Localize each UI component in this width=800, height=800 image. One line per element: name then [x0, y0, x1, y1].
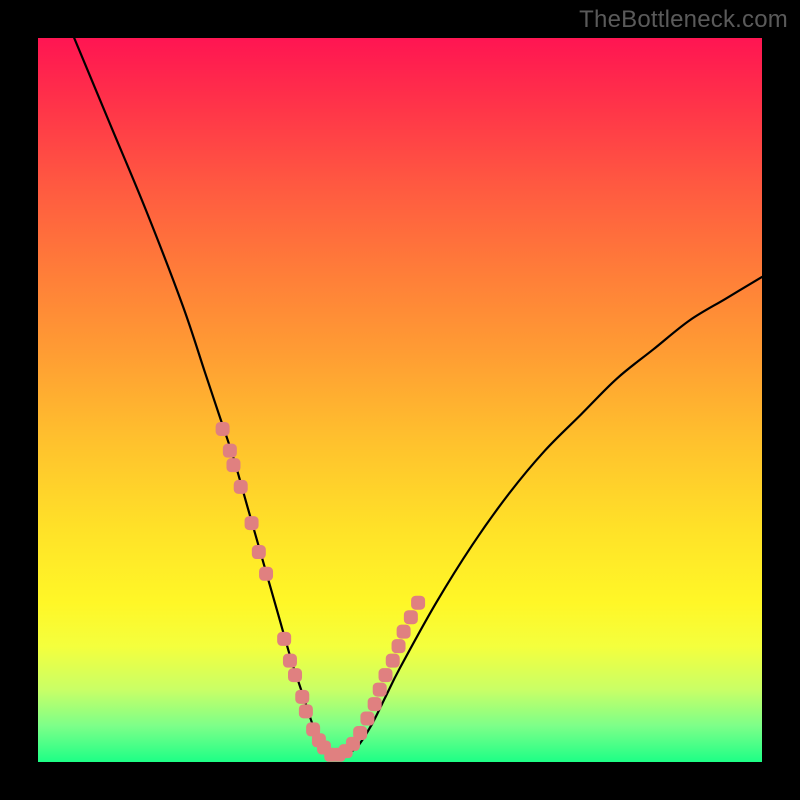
plot-area	[38, 38, 762, 762]
marker-group	[216, 422, 424, 761]
curve-svg	[38, 38, 762, 762]
curve-marker	[392, 640, 405, 653]
curve-marker	[234, 480, 247, 493]
bottleneck-curve	[74, 38, 762, 756]
curve-marker	[412, 596, 425, 609]
curve-marker	[299, 705, 312, 718]
curve-marker	[223, 444, 236, 457]
curve-marker	[379, 669, 392, 682]
curve-marker	[397, 625, 410, 638]
curve-marker	[386, 654, 399, 667]
curve-marker	[252, 546, 265, 559]
watermark-text: TheBottleneck.com	[579, 6, 788, 34]
curve-marker	[283, 654, 296, 667]
curve-marker	[227, 459, 240, 472]
curve-marker	[216, 422, 229, 435]
chart-frame: TheBottleneck.com	[0, 0, 800, 800]
curve-marker	[404, 611, 417, 624]
curve-marker	[373, 683, 386, 696]
curve-marker	[361, 712, 374, 725]
curve-marker	[296, 690, 309, 703]
curve-marker	[278, 632, 291, 645]
curve-marker	[354, 727, 367, 740]
curve-marker	[289, 669, 302, 682]
curve-marker	[260, 567, 273, 580]
curve-marker	[368, 698, 381, 711]
curve-marker	[245, 517, 258, 530]
